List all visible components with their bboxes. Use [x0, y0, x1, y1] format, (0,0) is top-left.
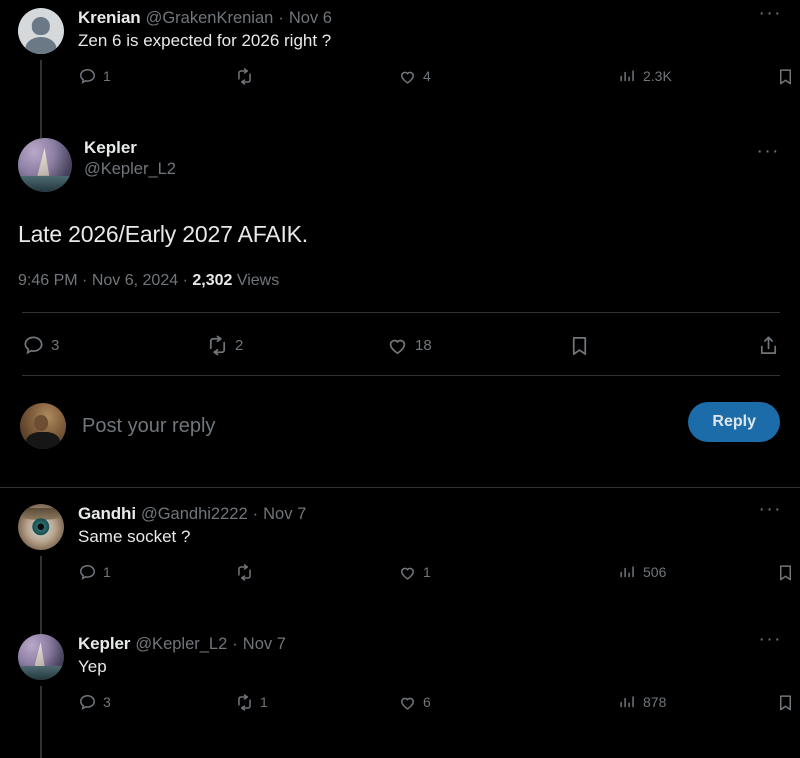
author-name[interactable]: Krenian — [78, 8, 141, 28]
reply-count: 1 — [103, 564, 111, 580]
post-actions: 1 1 506 — [78, 560, 792, 584]
reply-button[interactable]: 3 — [22, 334, 59, 357]
more-options-icon[interactable]: ··· — [757, 142, 780, 161]
avatar-body-icon — [25, 36, 57, 54]
reply-item[interactable]: Gandhi @Gandhi2222 · Nov 7 Same socket ?… — [18, 500, 792, 584]
like-count: 1 — [423, 564, 431, 580]
timestamp-time: 9:46 PM — [18, 272, 78, 289]
avatar[interactable] — [18, 138, 72, 192]
composer-avatar[interactable] — [20, 403, 66, 449]
avatar-head-icon — [31, 17, 51, 35]
post-meta: Krenian @GrakenKrenian · Nov 6 — [78, 8, 782, 28]
reply-submit-button[interactable]: Reply — [688, 402, 780, 442]
avatar-sea-icon — [18, 666, 64, 680]
views-button[interactable]: 878 — [618, 693, 666, 712]
avatar-torso-icon — [25, 431, 61, 449]
avatar-sea-icon — [18, 175, 72, 192]
post-actions: 1 4 2.3K — [78, 64, 792, 88]
post-date[interactable]: Nov 7 — [263, 505, 306, 524]
like-count: 6 — [423, 694, 431, 710]
reply-input[interactable]: Post your reply — [82, 415, 215, 438]
focused-post-text: Late 2026/Early 2027 AFAIK. — [18, 221, 308, 247]
divider-below-focused-actions — [22, 375, 780, 376]
reply-button[interactable]: 1 — [78, 67, 111, 86]
repost-button[interactable] — [235, 67, 260, 86]
reply-item[interactable]: Kepler @Kepler_L2 · Nov 7 Yep ··· 3 1 6 … — [18, 630, 792, 714]
repost-count: 1 — [260, 694, 268, 710]
author-handle[interactable]: @Gandhi2222 — [141, 505, 248, 524]
section-divider — [0, 487, 800, 488]
repost-button[interactable]: 1 — [235, 693, 268, 712]
reply-count: 3 — [103, 694, 111, 710]
repost-button[interactable] — [235, 563, 260, 582]
like-button[interactable]: 6 — [398, 693, 431, 712]
avatar[interactable] — [18, 504, 64, 550]
post-text: Yep — [78, 657, 107, 676]
reply-button[interactable]: 1 — [78, 563, 111, 582]
focused-post-header: Kepler @Kepler_L2 ··· — [18, 138, 782, 192]
post-date[interactable]: Nov 7 — [243, 635, 286, 654]
meta-separator: · — [278, 9, 284, 27]
reply-count: 1 — [103, 68, 111, 84]
author-handle[interactable]: @Kepler_L2 — [84, 158, 176, 180]
share-button[interactable] — [757, 334, 780, 357]
more-options-icon[interactable]: ··· — [759, 630, 782, 649]
reply-button[interactable]: 3 — [78, 693, 111, 712]
views-count: 506 — [643, 564, 667, 580]
tweet-thread-page: Krenian @GrakenKrenian · Nov 6 Zen 6 is … — [0, 0, 800, 758]
focused-post-actions: 3 2 18 — [22, 330, 780, 360]
thread-connector-line — [40, 60, 42, 138]
timestamp-separator-1: · — [82, 272, 88, 289]
avatar-iris-icon — [32, 518, 50, 536]
divider-above-focused-actions — [22, 312, 780, 313]
author-handle[interactable]: @Kepler_L2 — [135, 635, 227, 654]
author-handle[interactable]: @GrakenKrenian — [146, 9, 274, 28]
repost-button[interactable]: 2 — [206, 334, 243, 357]
post-text: Zen 6 is expected for 2026 right ? — [78, 31, 332, 50]
more-options-icon[interactable]: ··· — [759, 4, 782, 23]
views-count: 2.3K — [643, 68, 672, 84]
like-count: 4 — [423, 68, 431, 84]
meta-separator: · — [232, 635, 238, 653]
bookmark-button[interactable] — [776, 563, 795, 582]
author-name[interactable]: Gandhi — [78, 504, 136, 524]
bookmark-button[interactable] — [568, 334, 591, 357]
bookmark-button[interactable] — [776, 67, 795, 86]
post-timestamp: 9:46 PM · Nov 6, 2024 · 2,302 Views — [18, 272, 782, 290]
author-name[interactable]: Kepler — [84, 138, 176, 158]
post-text: Same socket ? — [78, 527, 191, 546]
post-meta: Kepler @Kepler_L2 · Nov 7 — [78, 634, 782, 654]
avatar-sail-icon — [37, 147, 50, 176]
views-number[interactable]: 2,302 — [192, 272, 232, 289]
reply-composer[interactable]: Post your reply — [20, 398, 780, 454]
avatar-sail-icon — [34, 642, 45, 667]
author-name[interactable]: Kepler — [78, 634, 130, 654]
repost-count: 2 — [235, 336, 244, 354]
more-options-icon[interactable]: ··· — [759, 500, 782, 519]
focused-post: Kepler @Kepler_L2 ··· Late 2026/Early 20… — [18, 138, 782, 290]
thread-connector-line — [40, 686, 42, 758]
avatar-face-icon — [34, 414, 49, 431]
avatar[interactable] — [18, 8, 64, 54]
timestamp-date: Nov 6, 2024 — [91, 272, 179, 289]
parent-post[interactable]: Krenian @GrakenKrenian · Nov 6 Zen 6 is … — [18, 4, 792, 88]
like-button[interactable]: 1 — [398, 563, 431, 582]
post-meta: Gandhi @Gandhi2222 · Nov 7 — [78, 504, 782, 524]
avatar[interactable] — [18, 634, 64, 680]
meta-separator: · — [252, 505, 259, 523]
bookmark-button[interactable] — [776, 693, 795, 712]
post-actions: 3 1 6 878 — [78, 690, 792, 714]
thread-connector-line — [40, 556, 42, 634]
like-button[interactable]: 4 — [398, 67, 431, 86]
like-count: 18 — [415, 336, 432, 354]
views-button[interactable]: 506 — [618, 563, 666, 582]
views-button[interactable]: 2.3K — [618, 67, 672, 86]
focused-post-identity: Kepler @Kepler_L2 — [84, 138, 176, 180]
views-label[interactable]: Views — [237, 272, 279, 289]
post-date[interactable]: Nov 6 — [289, 9, 332, 28]
views-count: 878 — [643, 694, 667, 710]
like-button[interactable]: 18 — [386, 334, 432, 357]
timestamp-separator-2: · — [182, 272, 188, 289]
reply-count: 3 — [51, 336, 60, 354]
